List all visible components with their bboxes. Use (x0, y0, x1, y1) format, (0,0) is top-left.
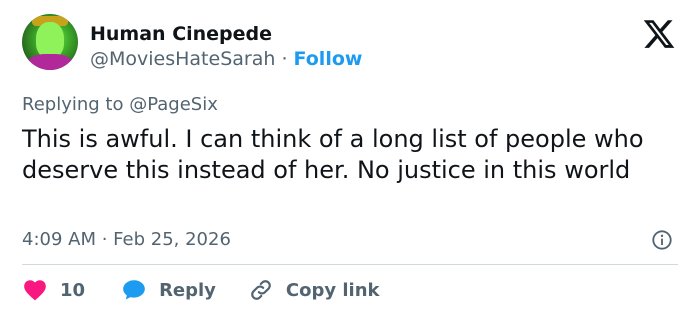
follow-button[interactable]: Follow (294, 48, 363, 70)
x-logo-icon[interactable] (642, 17, 676, 51)
link-icon (251, 280, 271, 300)
like-count: 10 (60, 279, 86, 301)
copy-link-button[interactable]: Copy link (248, 277, 380, 303)
divider (22, 264, 678, 265)
replying-to: Replying to @PageSix (22, 93, 218, 117)
separator-dot: · (281, 48, 288, 70)
author-handle-row: @MoviesHateSarah · Follow (90, 47, 362, 71)
replying-mention[interactable]: @PageSix (129, 94, 218, 115)
action-bar: 10 Reply Copy link (22, 276, 380, 304)
reply-label: Reply (159, 279, 216, 301)
avatar-face (36, 22, 64, 58)
author-name[interactable]: Human Cinepede (90, 22, 272, 46)
heart-icon (24, 280, 46, 301)
avatar[interactable] (22, 14, 78, 70)
replying-prefix: Replying to (22, 94, 130, 115)
speech-bubble-icon (123, 280, 145, 300)
info-icon[interactable] (651, 229, 673, 251)
tweet-timestamp[interactable]: 4:09 AM · Feb 25, 2026 (22, 228, 231, 252)
tweet-text: This is awful. I can think of a long lis… (22, 125, 652, 184)
like-button[interactable]: 10 (22, 277, 85, 303)
reply-button[interactable]: Reply (121, 277, 216, 303)
copy-link-label: Copy link (285, 279, 380, 301)
author-handle[interactable]: @MoviesHateSarah (90, 48, 275, 70)
avatar-suit (28, 54, 72, 70)
tweet-card: Human Cinepede @MoviesHateSarah · Follow… (0, 0, 700, 318)
